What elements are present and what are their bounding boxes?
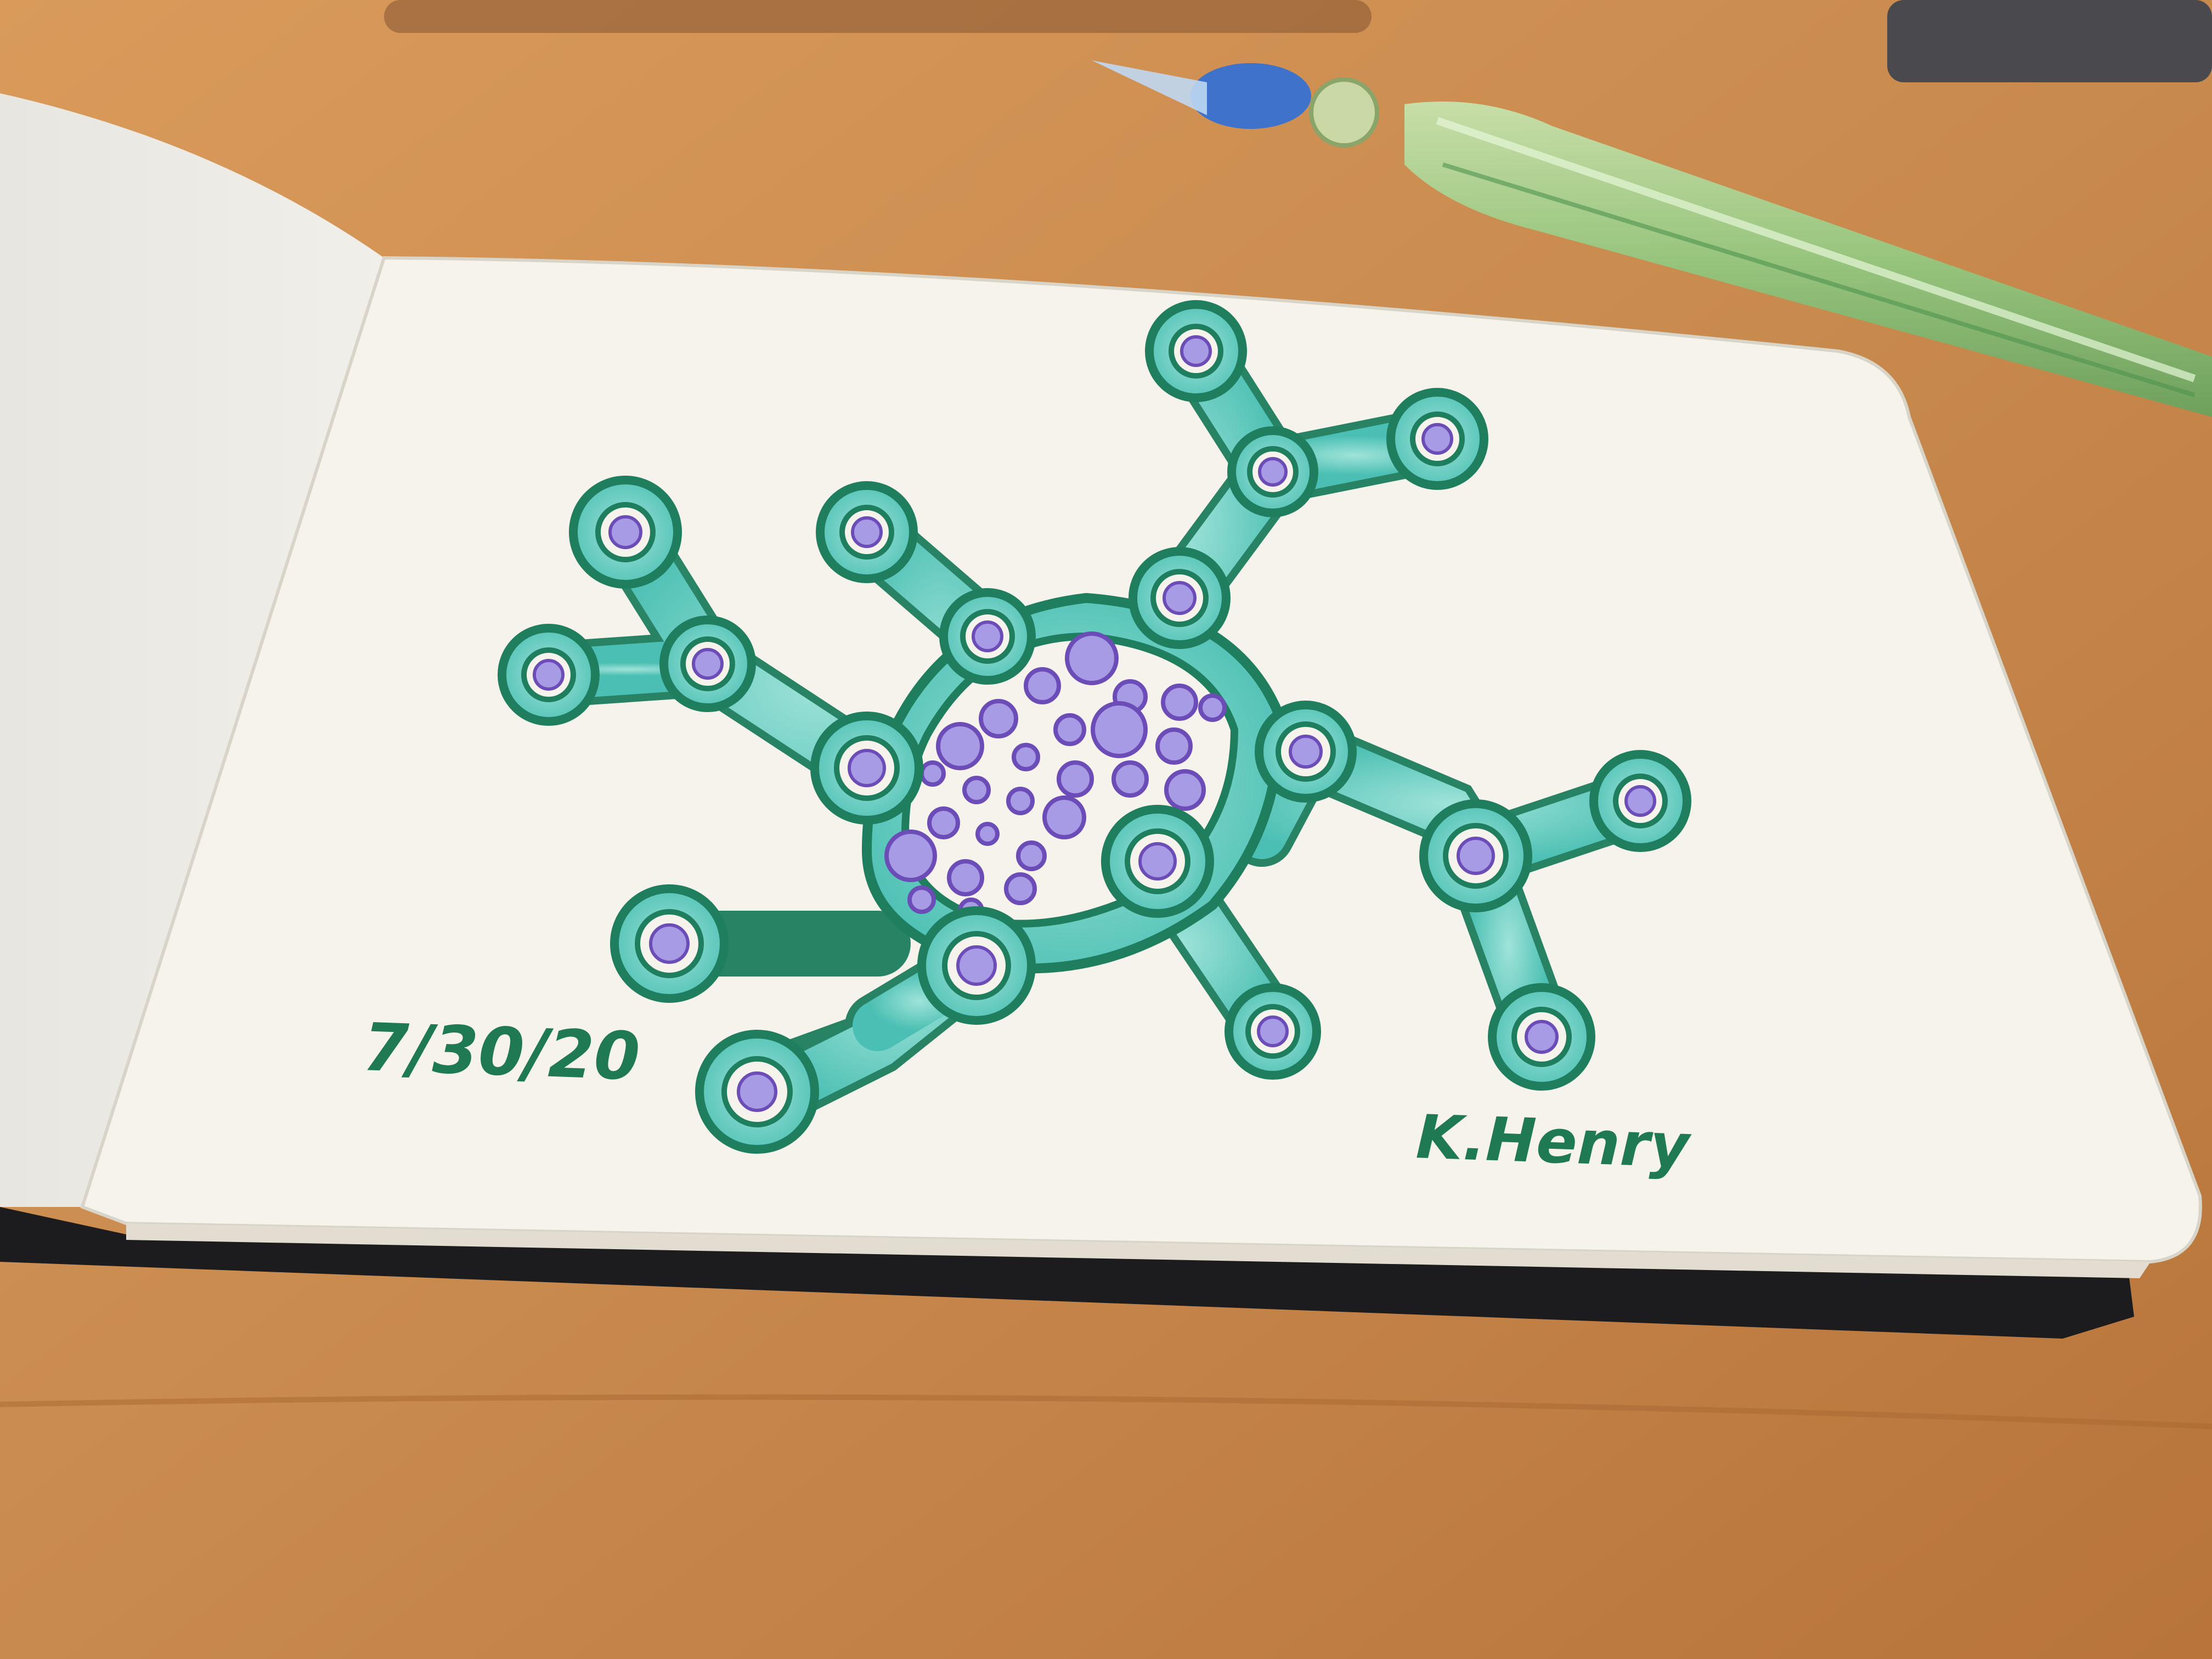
top-object <box>384 0 1372 33</box>
artist-signature: K.Henry <box>1415 1102 1692 1181</box>
sketch-date: 7/30/20 <box>362 1009 641 1096</box>
photo-scene: 7/30/20 K.Henry <box>0 0 2212 1659</box>
dark-tray <box>1887 0 2212 82</box>
